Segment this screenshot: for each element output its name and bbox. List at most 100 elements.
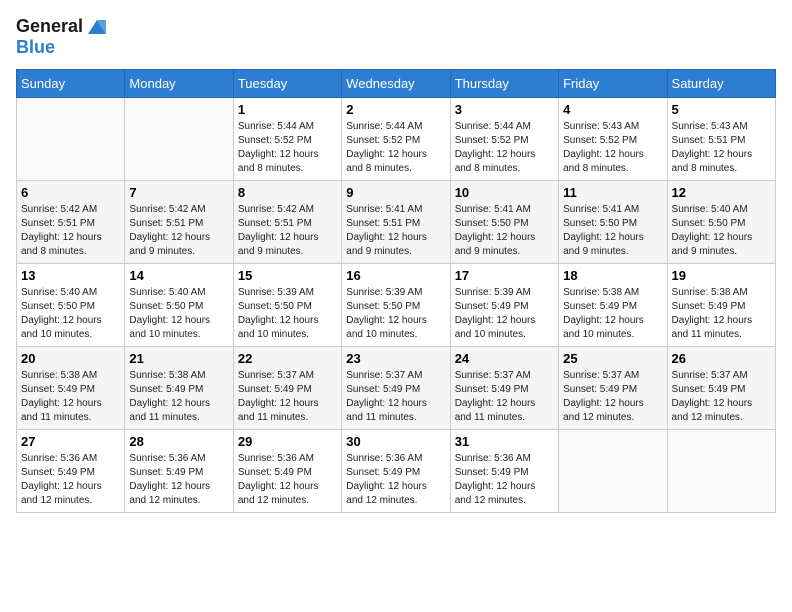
day-info: Sunrise: 5:38 AMSunset: 5:49 PMDaylight:… — [21, 369, 120, 425]
day-number: 1 — [238, 102, 337, 117]
day-cell: 10 Sunrise: 5:41 AMSunset: 5:50 PMDayligh… — [450, 181, 558, 264]
day-cell: 7 Sunrise: 5:42 AMSunset: 5:51 PMDaylight… — [125, 181, 233, 264]
day-info: Sunrise: 5:36 AMSunset: 5:49 PMDaylight:… — [21, 452, 120, 508]
day-number: 24 — [455, 351, 554, 366]
week-row-0: 1 Sunrise: 5:44 AMSunset: 5:52 PMDaylight… — [17, 98, 776, 181]
day-number: 18 — [563, 268, 662, 283]
day-cell: 12 Sunrise: 5:40 AMSunset: 5:50 PMDayligh… — [667, 181, 775, 264]
day-info: Sunrise: 5:40 AMSunset: 5:50 PMDaylight:… — [129, 286, 228, 342]
day-cell: 15 Sunrise: 5:39 AMSunset: 5:50 PMDayligh… — [233, 264, 341, 347]
day-number: 6 — [21, 185, 120, 200]
day-number: 12 — [672, 185, 771, 200]
day-cell — [667, 430, 775, 513]
day-cell: 28Sunrise: 5:36 AMSunset: 5:49 PMDayligh… — [125, 430, 233, 513]
header-cell-thursday: Thursday — [450, 70, 558, 98]
day-cell: 27 Sunrise: 5:36 AMSunset: 5:49 PMDayligh… — [17, 430, 125, 513]
day-info: Sunrise: 5:41 AMSunset: 5:50 PMDaylight:… — [563, 203, 662, 259]
day-number: 4 — [563, 102, 662, 117]
day-cell: 1 Sunrise: 5:44 AMSunset: 5:52 PMDaylight… — [233, 98, 341, 181]
day-number: 17 — [455, 268, 554, 283]
day-number: 9 — [346, 185, 445, 200]
day-info: Sunrise: 5:42 AMSunset: 5:51 PMDaylight:… — [129, 203, 228, 259]
week-row-3: 20 Sunrise: 5:38 AMSunset: 5:49 PMDayligh… — [17, 347, 776, 430]
day-number: 5 — [672, 102, 771, 117]
day-cell: 24Sunrise: 5:37 AMSunset: 5:49 PMDayligh… — [450, 347, 558, 430]
day-cell: 13 Sunrise: 5:40 AMSunset: 5:50 PMDayligh… — [17, 264, 125, 347]
day-info: Sunrise: 5:38 AMSunset: 5:49 PMDaylight:… — [672, 286, 771, 342]
day-cell: 2 Sunrise: 5:44 AMSunset: 5:52 PMDaylight… — [342, 98, 450, 181]
day-info: Sunrise: 5:38 AMSunset: 5:49 PMDaylight:… — [563, 286, 662, 342]
day-info: Sunrise: 5:40 AMSunset: 5:50 PMDaylight:… — [21, 286, 120, 342]
day-info: Sunrise: 5:36 AMSunset: 5:49 PMDaylight:… — [238, 452, 337, 508]
day-cell: 18 Sunrise: 5:38 AMSunset: 5:49 PMDayligh… — [559, 264, 667, 347]
day-number: 20 — [21, 351, 120, 366]
day-info: Sunrise: 5:44 AMSunset: 5:52 PMDaylight:… — [238, 120, 337, 176]
week-row-4: 27 Sunrise: 5:36 AMSunset: 5:49 PMDayligh… — [17, 430, 776, 513]
day-number: 28 — [129, 434, 228, 449]
day-number: 11 — [563, 185, 662, 200]
header: General Blue — [16, 16, 776, 57]
day-number: 22 — [238, 351, 337, 366]
day-cell: 17Sunrise: 5:39 AMSunset: 5:49 PMDayligh… — [450, 264, 558, 347]
day-number: 31 — [455, 434, 554, 449]
day-cell — [559, 430, 667, 513]
day-info: Sunrise: 5:36 AMSunset: 5:49 PMDaylight:… — [455, 452, 554, 508]
day-cell: 9 Sunrise: 5:41 AMSunset: 5:51 PMDaylight… — [342, 181, 450, 264]
day-info: Sunrise: 5:39 AMSunset: 5:50 PMDaylight:… — [346, 286, 445, 342]
day-number: 16 — [346, 268, 445, 283]
day-cell: 21Sunrise: 5:38 AMSunset: 5:49 PMDayligh… — [125, 347, 233, 430]
day-cell: 23 Sunrise: 5:37 AMSunset: 5:49 PMDayligh… — [342, 347, 450, 430]
header-cell-sunday: Sunday — [17, 70, 125, 98]
day-cell: 30 Sunrise: 5:36 AMSunset: 5:49 PMDayligh… — [342, 430, 450, 513]
day-number: 2 — [346, 102, 445, 117]
day-info: Sunrise: 5:37 AMSunset: 5:49 PMDaylight:… — [563, 369, 662, 425]
week-row-2: 13 Sunrise: 5:40 AMSunset: 5:50 PMDayligh… — [17, 264, 776, 347]
day-cell: 5Sunrise: 5:43 AMSunset: 5:51 PMDaylight… — [667, 98, 775, 181]
day-number: 10 — [455, 185, 554, 200]
day-cell: 25 Sunrise: 5:37 AMSunset: 5:49 PMDayligh… — [559, 347, 667, 430]
day-info: Sunrise: 5:41 AMSunset: 5:51 PMDaylight:… — [346, 203, 445, 259]
day-info: Sunrise: 5:37 AMSunset: 5:49 PMDaylight:… — [672, 369, 771, 425]
logo-text-block: General Blue — [16, 16, 106, 57]
day-info: Sunrise: 5:37 AMSunset: 5:49 PMDaylight:… — [346, 369, 445, 425]
day-number: 7 — [129, 185, 228, 200]
day-cell: 26Sunrise: 5:37 AMSunset: 5:49 PMDayligh… — [667, 347, 775, 430]
calendar-table: SundayMondayTuesdayWednesdayThursdayFrid… — [16, 69, 776, 513]
day-info: Sunrise: 5:41 AMSunset: 5:50 PMDaylight:… — [455, 203, 554, 259]
day-info: Sunrise: 5:44 AMSunset: 5:52 PMDaylight:… — [455, 120, 554, 176]
day-number: 15 — [238, 268, 337, 283]
day-info: Sunrise: 5:36 AMSunset: 5:49 PMDaylight:… — [346, 452, 445, 508]
day-number: 30 — [346, 434, 445, 449]
logo-line2: Blue — [16, 37, 106, 58]
day-info: Sunrise: 5:39 AMSunset: 5:50 PMDaylight:… — [238, 286, 337, 342]
day-cell: 14 Sunrise: 5:40 AMSunset: 5:50 PMDayligh… — [125, 264, 233, 347]
header-cell-wednesday: Wednesday — [342, 70, 450, 98]
day-cell: 16 Sunrise: 5:39 AMSunset: 5:50 PMDayligh… — [342, 264, 450, 347]
day-cell: 22 Sunrise: 5:37 AMSunset: 5:49 PMDayligh… — [233, 347, 341, 430]
day-cell: 8Sunrise: 5:42 AMSunset: 5:51 PMDaylight… — [233, 181, 341, 264]
day-info: Sunrise: 5:43 AMSunset: 5:52 PMDaylight:… — [563, 120, 662, 176]
day-number: 29 — [238, 434, 337, 449]
day-number: 23 — [346, 351, 445, 366]
day-cell: 19 Sunrise: 5:38 AMSunset: 5:49 PMDayligh… — [667, 264, 775, 347]
day-number: 27 — [21, 434, 120, 449]
day-cell: 3 Sunrise: 5:44 AMSunset: 5:52 PMDaylight… — [450, 98, 558, 181]
day-number: 19 — [672, 268, 771, 283]
day-info: Sunrise: 5:37 AMSunset: 5:49 PMDaylight:… — [238, 369, 337, 425]
day-cell: 11 Sunrise: 5:41 AMSunset: 5:50 PMDayligh… — [559, 181, 667, 264]
header-cell-monday: Monday — [125, 70, 233, 98]
day-number: 14 — [129, 268, 228, 283]
day-number: 13 — [21, 268, 120, 283]
header-cell-friday: Friday — [559, 70, 667, 98]
day-info: Sunrise: 5:40 AMSunset: 5:50 PMDaylight:… — [672, 203, 771, 259]
header-cell-tuesday: Tuesday — [233, 70, 341, 98]
day-cell: 20 Sunrise: 5:38 AMSunset: 5:49 PMDayligh… — [17, 347, 125, 430]
header-row: SundayMondayTuesdayWednesdayThursdayFrid… — [17, 70, 776, 98]
day-info: Sunrise: 5:44 AMSunset: 5:52 PMDaylight:… — [346, 120, 445, 176]
day-cell: 29 Sunrise: 5:36 AMSunset: 5:49 PMDayligh… — [233, 430, 341, 513]
header-cell-saturday: Saturday — [667, 70, 775, 98]
day-number: 25 — [563, 351, 662, 366]
day-cell: 31 Sunrise: 5:36 AMSunset: 5:49 PMDayligh… — [450, 430, 558, 513]
day-number: 3 — [455, 102, 554, 117]
day-info: Sunrise: 5:38 AMSunset: 5:49 PMDaylight:… — [129, 369, 228, 425]
